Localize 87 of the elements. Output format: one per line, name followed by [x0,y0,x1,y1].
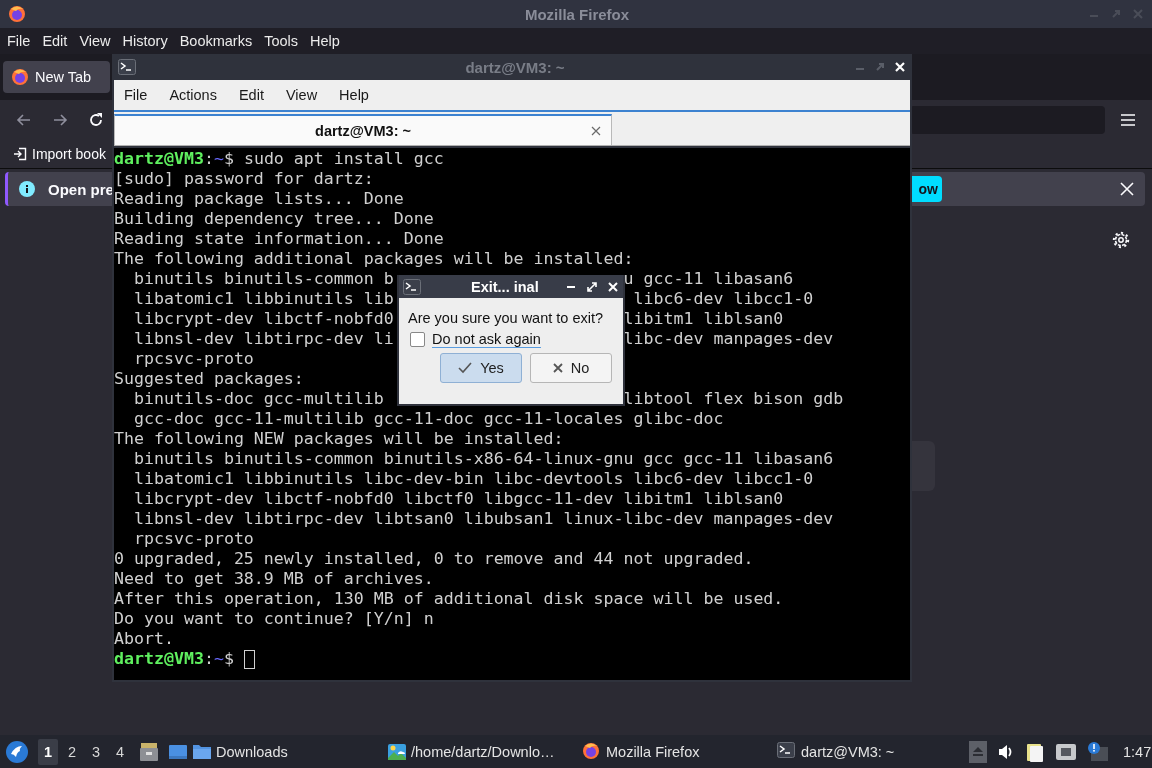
terminal-line: The following additional packages will be installed: [114,249,634,269]
terminal-line: libatomic1 libbinutils lib [132,289,394,309]
prompt-line: dartz@VM3:~$ [114,649,235,669]
terminal-line: libc6-dev libcc1-0 [632,289,814,309]
terminal-line: u gcc-11 libasan6 [623,269,794,289]
menu-item[interactable]: Bookmarks [179,33,253,49]
terminal-line: 0 upgraded, 25 newly installed, 0 to remove and 44 not upgraded. [114,549,754,569]
terminal-line: Building dependency tree... Done [114,209,434,229]
terminal-line: After this operation, 130 MB of additional disk space will be used. [114,589,784,609]
terminal-line: binutils binutils-common b [132,269,394,289]
yes-button[interactable]: Yes [440,353,522,383]
workspace-button[interactable]: 4 [110,738,130,765]
start-menu-icon[interactable] [6,740,28,763]
terminal-line: Reading state information... Done [114,229,444,249]
taskbar-task[interactable]: Downloads [192,736,382,767]
taskbar-task[interactable]: dartz@VM3: ~ [777,736,967,767]
terminal-line: libatomic1 libbinutils libc-dev-bin libc-devtools libc6-dev libcc1-0 [132,469,814,489]
x-icon [552,363,563,373]
menu-item[interactable]: Edit [238,87,264,103]
prompt-line: dartz@VM3:~$ sudo apt install gcc [114,149,444,169]
terminal-line: Abort. [114,629,174,649]
network-icon[interactable] [1055,741,1077,762]
terminal-tab[interactable]: dartz@VM3: ~ [114,114,612,145]
menu-item[interactable]: View [79,33,111,49]
image-icon [387,741,407,762]
firefox-icon [582,741,602,762]
file-cabinet-icon[interactable] [139,741,159,762]
menu-item[interactable]: Edit [42,33,68,49]
terminal-line: libnsl-dev libtirpc-dev libtsan0 libubsan1 linux-libc-dev manpages-dev [132,509,834,529]
terminal-line: libcrypt-dev libctf-nobfd0 [132,309,394,329]
workspace-button[interactable]: 1 [38,738,58,765]
settings-icon[interactable] [1112,231,1130,249]
workspace-button[interactable]: 2 [62,738,82,765]
workspace-button[interactable]: 3 [86,738,106,765]
menu-item[interactable]: History [122,33,168,49]
terminal-line: The following NEW packages will be installed: [114,429,564,449]
terminal-line: Need to get 38.9 MB of archives. [114,569,434,589]
import-icon [13,147,27,161]
terminal-line: libcrypt-dev libctf-nobfd0 libctf0 libgcc-11-dev libitm1 liblsan0 [132,489,784,509]
taskbar-task[interactable]: Mozilla Firefox [582,736,772,767]
terminal-line: libc-dev manpages-dev [623,329,834,349]
forward-arrow-icon[interactable] [52,112,68,128]
terminal-line: rpcsvc-proto [132,529,254,549]
menu-item[interactable]: File [124,87,148,103]
terminal-line: Suggested packages: [114,369,304,389]
terminal-line: libitm1 liblsan0 [623,309,784,329]
maximize-icon[interactable] [586,280,598,293]
firefox-icon [11,68,29,86]
back-arrow-icon[interactable] [16,112,32,128]
no-button[interactable]: No [530,353,612,383]
terminal-line: gcc-doc gcc-11-multilib gcc-11-doc gcc-11-locales glibc-doc [132,409,724,429]
terminal-line: Reading package lists... Done [114,189,404,209]
terminal-line: Do you want to continue? [Y/n] n [114,609,434,629]
menu-item[interactable]: File [7,33,31,49]
reload-icon[interactable] [88,112,104,128]
checkbox[interactable] [410,332,425,347]
dialog-message: Are you sure you want to exit? [408,310,605,326]
taskbar-task[interactable]: /home/dartz/Downlo… [387,736,577,767]
firefox-icon [8,5,26,23]
menu-item[interactable]: Help [339,87,369,103]
terminal-line: libtool flex bison gdb [623,389,844,409]
address-field[interactable] [910,106,1105,134]
terminal-line: rpcsvc-proto [132,349,254,369]
window-title: Exit... inal [471,278,539,295]
menu-item[interactable]: Help [310,33,340,49]
notification-button[interactable]: ow [911,176,942,202]
notification-icon[interactable] [1087,740,1109,763]
browser-tab[interactable]: New Tab [3,61,110,93]
terminal-line: libnsl-dev libtirpc-dev li [132,329,394,349]
terminal-line: binutils-doc gcc-multilib [132,389,384,409]
menu-item[interactable]: Tools [264,33,299,49]
terminal-icon [118,59,136,75]
terminal-icon [403,278,421,295]
checkmark-icon [458,362,473,374]
menu-item[interactable]: View [285,87,318,103]
info-icon [19,181,35,197]
checkbox-label[interactable]: Do not ask again [432,331,541,348]
terminal-line: [sudo] password for dartz: [114,169,374,189]
eject-icon[interactable] [969,740,987,763]
menu-item[interactable]: Actions [169,87,217,103]
window-title: dartz@VM3: ~ [464,58,566,76]
terminal-line: binutils binutils-common binutils-x86-64-linux-gnu gcc gcc-11 libasan6 [132,449,834,469]
menu-icon[interactable] [1120,113,1136,127]
window-title: Mozilla Firefox [523,5,631,23]
clock: 1:47 [1123,743,1152,760]
bookmark-item[interactable]: Import book [13,146,106,162]
notification-message: Open pre [48,180,114,198]
